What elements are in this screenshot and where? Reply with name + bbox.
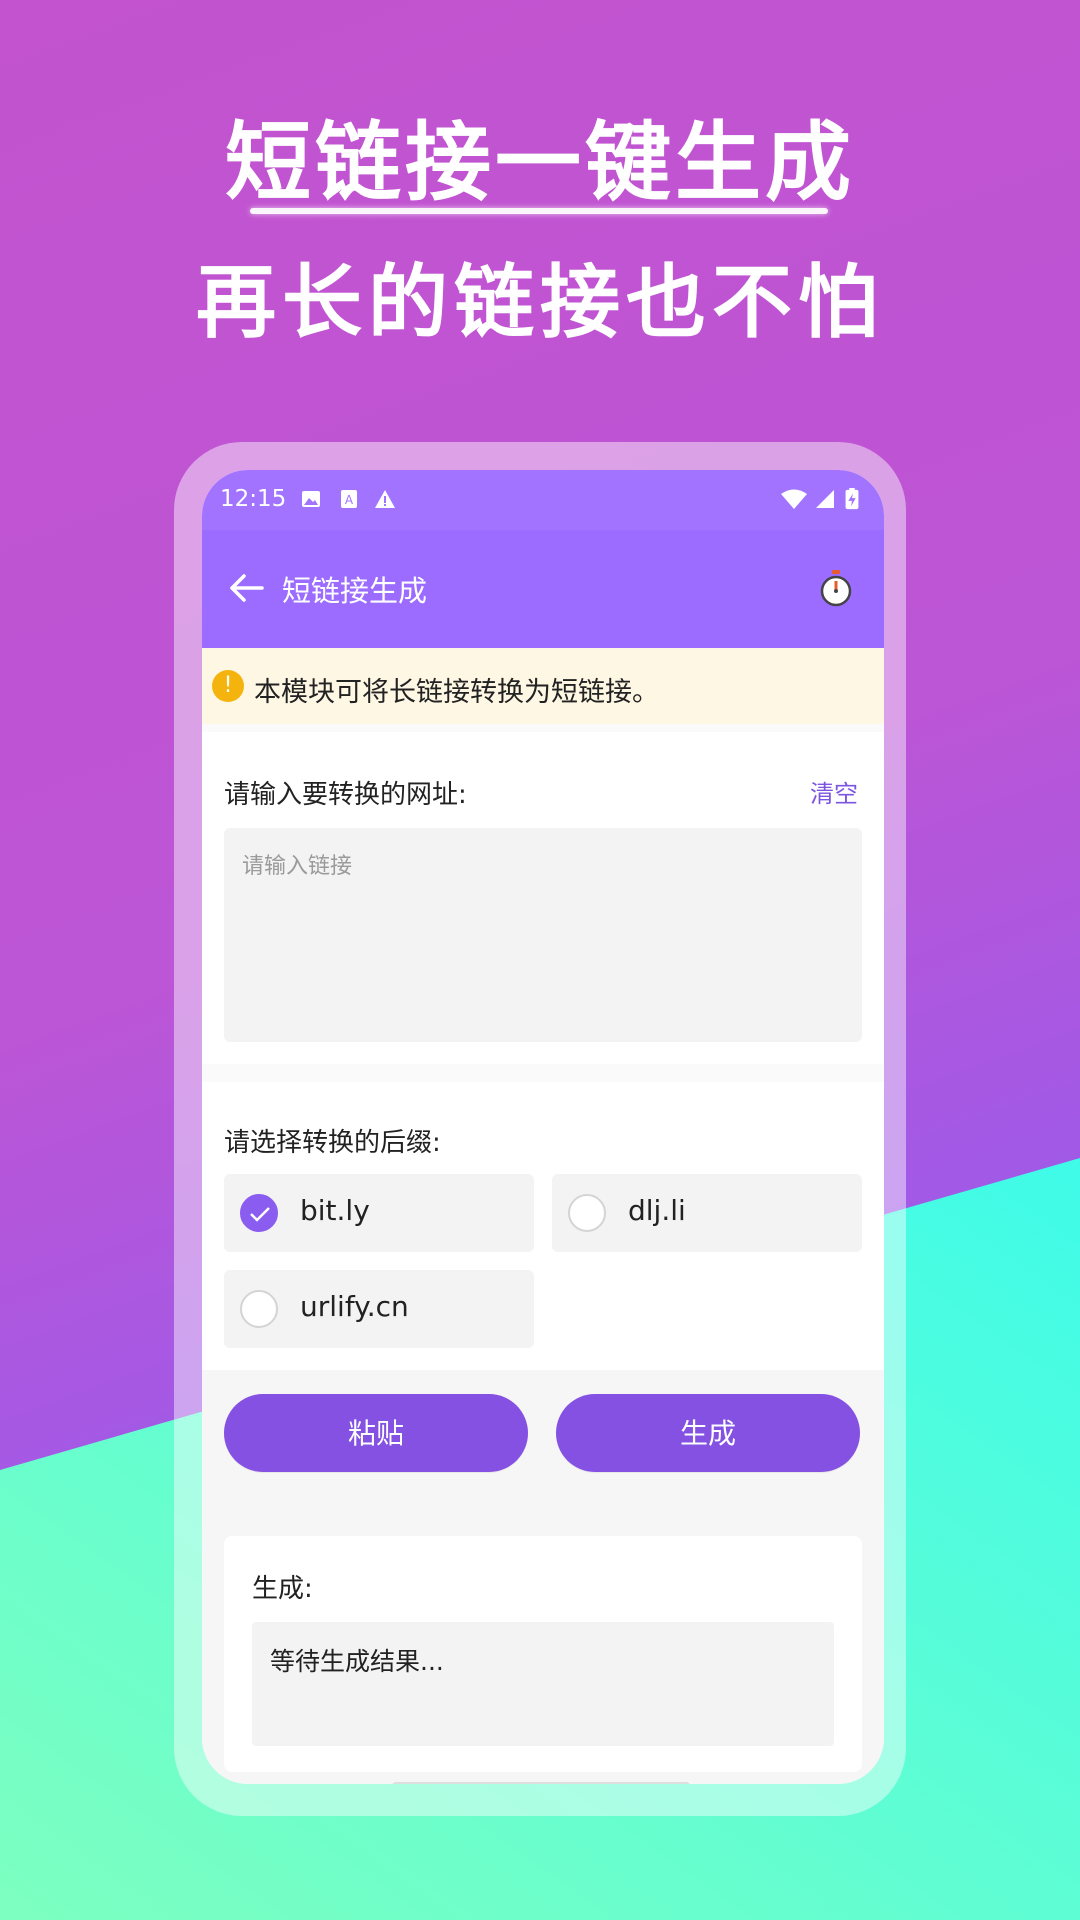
status-bar: 12:15 A — [202, 470, 884, 530]
generate-button[interactable]: 生成 — [556, 1394, 860, 1472]
cell-signal-icon — [816, 490, 834, 508]
suffix-label: 请选择转换的后缀: — [224, 1128, 441, 1158]
promo-divider — [250, 208, 828, 214]
stopwatch-icon[interactable] — [818, 568, 854, 608]
clear-button[interactable]: 清空 — [810, 774, 858, 809]
suffix-option-urlifycn[interactable]: urlify.cn — [224, 1270, 534, 1348]
battery-icon — [845, 488, 859, 510]
status-time: 12:15 — [220, 486, 287, 512]
radio-unchecked-icon[interactable] — [240, 1290, 278, 1328]
url-input[interactable] — [224, 828, 862, 1042]
radio-checked-icon[interactable] — [240, 1194, 278, 1232]
info-notice: ! 本模块可将长链接转换为短链接。 — [202, 648, 884, 724]
suffix-option-label: dlj.li — [628, 1194, 686, 1227]
exclamation-icon: ! — [212, 670, 244, 702]
notice-text: 本模块可将长链接转换为短链接。 — [254, 677, 659, 708]
result-label: 生成: — [252, 1574, 313, 1604]
app-bar-title: 短链接生成 — [282, 574, 428, 608]
radio-unchecked-icon[interactable] — [568, 1194, 606, 1232]
promo-subheadline: 再长的链接也不怕 — [196, 256, 884, 349]
warning-icon — [375, 490, 395, 508]
svg-text:A: A — [345, 493, 354, 507]
result-output[interactable]: 等待生成结果... — [252, 1622, 834, 1746]
back-arrow-icon[interactable] — [226, 568, 266, 608]
suffix-select-card: 请选择转换的后缀: bit.ly dlj.li urlify.cn — [202, 1082, 884, 1370]
suffix-option-label: bit.ly — [300, 1194, 370, 1227]
suffix-option-bitly[interactable]: bit.ly — [224, 1174, 534, 1252]
home-indicator[interactable] — [392, 1782, 690, 1784]
result-card: 生成: 等待生成结果... — [224, 1536, 862, 1772]
url-input-card: 请输入要转换的网址: 清空 — [202, 732, 884, 1064]
result-text: 等待生成结果... — [270, 1647, 444, 1676]
suffix-option-dljli[interactable]: dlj.li — [552, 1174, 862, 1252]
text-icon: A — [341, 490, 357, 508]
paste-button[interactable]: 粘贴 — [224, 1394, 528, 1472]
url-input-label: 请输入要转换的网址: — [224, 780, 467, 810]
app-bar: 短链接生成 — [202, 530, 884, 648]
action-area: 粘贴 生成 生成: 等待生成结果... — [202, 1370, 884, 1784]
suffix-option-label: urlify.cn — [300, 1290, 409, 1323]
wifi-icon — [781, 489, 807, 509]
promo-headline: 短链接一键生成 — [225, 113, 855, 213]
phone-screen: 12:15 A 短链接生成 ! 本模块可将长链接转换为短链接。 请输入要转换的网… — [202, 470, 884, 1784]
image-icon — [302, 491, 320, 507]
